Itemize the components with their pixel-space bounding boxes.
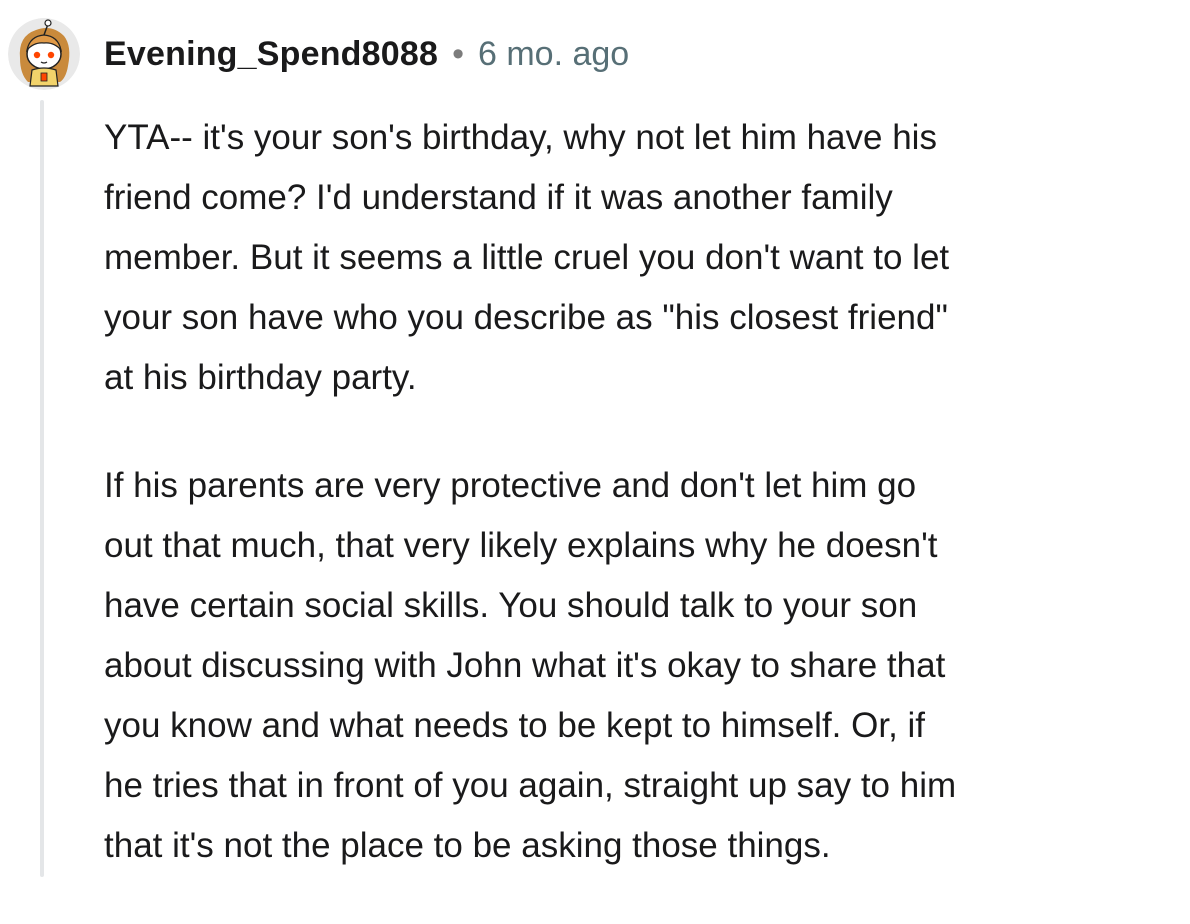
snoo-avatar-icon <box>8 18 80 90</box>
comment-paragraph: If his parents are very protective and d… <box>104 456 1184 876</box>
text-line: about discussing with John what it's oka… <box>104 646 946 685</box>
comment-paragraph: YTA-- it's your son's birthday, why not … <box>104 108 1184 408</box>
text-line: out that much, that very likely explains… <box>104 526 938 565</box>
meta-separator: • <box>452 34 464 73</box>
comment: Evening_Spend8088 • 6 mo. ago YTA-- it's… <box>0 0 1190 877</box>
text-line: have certain social skills. You should t… <box>104 586 918 625</box>
avatar[interactable] <box>8 18 80 90</box>
text-line: he tries that in front of you again, str… <box>104 766 957 805</box>
comment-timestamp[interactable]: 6 mo. ago <box>478 35 629 74</box>
author-username[interactable]: Evening_Spend8088 <box>104 35 438 74</box>
comment-header: Evening_Spend8088 • 6 mo. ago <box>8 14 629 94</box>
text-line: at his birthday party. <box>104 358 417 397</box>
text-line: member. But it seems a little cruel you … <box>104 238 950 277</box>
text-line: that it's not the place to be asking tho… <box>104 826 831 865</box>
thread-collapse-line[interactable] <box>40 100 44 877</box>
text-line: you know and what needs to be kept to hi… <box>104 706 926 745</box>
text-line: your son have who you describe as "his c… <box>104 298 948 337</box>
text-line: friend come? I'd understand if it was an… <box>104 178 893 217</box>
text-line: If his parents are very protective and d… <box>104 466 917 505</box>
comment-body: YTA-- it's your son's birthday, why not … <box>104 108 1184 924</box>
text-line: YTA-- it's your son's birthday, why not … <box>104 118 937 157</box>
